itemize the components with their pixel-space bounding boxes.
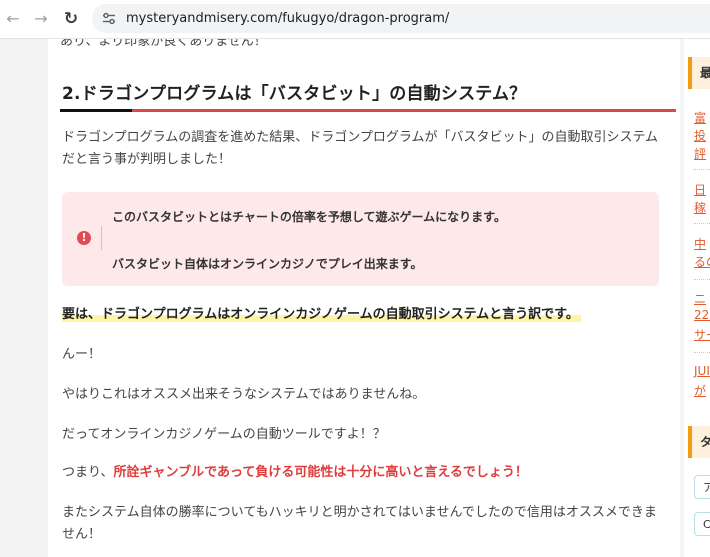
sidebar: 最 富 投 評 日 稼 中 るの ニ 220 サー JUI が タ ア C bbox=[680, 39, 710, 557]
sidebar-heading-2: タ bbox=[700, 435, 710, 449]
conclusion-emphasis: 所詮ギャンブルであって負ける可能性は十分に高いと言えるでしょう！ bbox=[113, 465, 528, 480]
sidebar-link-3-line1[interactable]: 中 bbox=[694, 235, 706, 252]
reload-icon[interactable]: ↻ bbox=[61, 9, 81, 29]
cut-off-text: あり、より印象が良くありません！ bbox=[60, 39, 267, 49]
browser-toolbar: ← → ↻ mysteryandmisery.com/fukugyo/drago… bbox=[0, 0, 710, 39]
sidebar-link-4-line3[interactable]: サー bbox=[694, 326, 710, 343]
sidebar-heading-2-accent bbox=[688, 426, 692, 458]
paragraph-not-recommended: やはりこれはオススメ出来そうなシステムではありませんね。 bbox=[62, 387, 426, 402]
paragraph-last-line2: せん！ bbox=[62, 527, 102, 542]
paragraph-hmm: んー！ bbox=[62, 347, 102, 362]
column-divider bbox=[680, 39, 684, 557]
sidebar-heading-1: 最 bbox=[700, 66, 710, 80]
sidebar-link-5-line2[interactable]: が bbox=[694, 382, 706, 399]
article-content: あり、より印象が良くありません！ 2.ドラゴンプログラムは「バスタビット」の自動… bbox=[48, 39, 680, 557]
alert-separator bbox=[101, 226, 102, 250]
exclamation-icon: ! bbox=[77, 231, 91, 245]
sidebar-link-1-line3[interactable]: 評 bbox=[694, 145, 706, 162]
sidebar-link-5-line1[interactable]: JUI bbox=[694, 364, 710, 378]
heading-underline-accent bbox=[60, 109, 132, 112]
heading-underline bbox=[60, 109, 676, 112]
sidebar-divider bbox=[694, 352, 710, 353]
paragraph-result-line1: ドラゴンプログラムの調査を進めた結果、ドラゴンプログラムが「バスタビット」の自動… bbox=[62, 130, 659, 145]
arrow-right-icon[interactable]: → bbox=[31, 9, 51, 29]
sidebar-link-4-line2[interactable]: 220 bbox=[694, 308, 710, 322]
sidebar-link-1-line1[interactable]: 富 bbox=[694, 109, 706, 126]
sidebar-divider bbox=[694, 169, 710, 170]
alert-line-2: バスタビット自体はオンラインカジノでプレイ出来ます。 bbox=[112, 257, 423, 271]
highlighted-summary: 要は、ドラゴンプログラムはオンラインカジノゲームの自動取引システムと言う訳です。 bbox=[62, 303, 581, 322]
address-bar[interactable]: mysteryandmisery.com/fukugyo/dragon-prog… bbox=[92, 4, 710, 33]
paragraph-casino-tool: だってオンラインカジノゲームの自動ツールですよ！？ bbox=[62, 427, 386, 442]
tune-icon[interactable] bbox=[102, 12, 116, 25]
sidebar-link-2-line1[interactable]: 日 bbox=[694, 181, 706, 198]
sidebar-heading-accent bbox=[688, 57, 692, 89]
sidebar-link-1-line2[interactable]: 投 bbox=[694, 127, 706, 144]
paragraph-last-line1: またシステム自体の勝率についてもハッキリと明かされてはいませんでしたので信用はオ… bbox=[62, 505, 657, 520]
conclusion-prefix: つまり、 bbox=[62, 465, 114, 480]
sidebar-link-2-line2[interactable]: 稼 bbox=[694, 199, 706, 216]
alert-box: ! このバスタビットとはチャートの倍率を予想して遊ぶゲームになります。 バスタビ… bbox=[62, 192, 659, 286]
web-page: あり、より印象が良くありません！ 2.ドラゴンプログラムは「バスタビット」の自動… bbox=[0, 39, 710, 557]
paragraph-conclusion: つまり、所詮ギャンブルであって負ける可能性は十分に高いと言えるでしょう！ bbox=[62, 462, 528, 484]
left-gutter bbox=[0, 39, 48, 557]
sidebar-divider bbox=[694, 223, 710, 224]
url-text[interactable]: mysteryandmisery.com/fukugyo/dragon-prog… bbox=[126, 11, 449, 26]
sidebar-divider bbox=[694, 279, 710, 280]
sidebar-tag[interactable]: C bbox=[694, 512, 710, 536]
section-heading: 2.ドラゴンプログラムは「バスタビット」の自動システム？ bbox=[62, 84, 527, 104]
alert-line-1: このバスタビットとはチャートの倍率を予想して遊ぶゲームになります。 bbox=[112, 210, 506, 224]
paragraph-result-line2: だと言う事が判明しました！ bbox=[62, 152, 232, 167]
sidebar-link-3-line2[interactable]: るの bbox=[694, 253, 710, 270]
sidebar-link-4-line1[interactable]: ニ bbox=[694, 290, 706, 307]
arrow-left-icon[interactable]: ← bbox=[3, 9, 23, 29]
sidebar-tag[interactable]: ア bbox=[694, 475, 710, 499]
